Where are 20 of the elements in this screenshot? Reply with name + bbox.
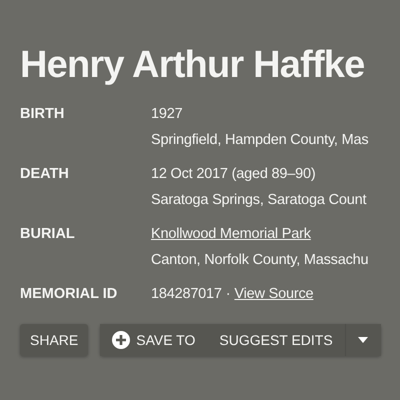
suggest-edits-button[interactable]: SUGGEST EDITS bbox=[207, 324, 345, 356]
place-link[interactable]: Knollwood Memorial Park bbox=[151, 222, 311, 246]
save-to-button[interactable]: SAVE TO bbox=[100, 324, 208, 356]
fact-label: MEMORIAL ID bbox=[20, 285, 118, 304]
fact-value: Saratoga Springs, Saratoga Count bbox=[151, 191, 366, 210]
fact-value: 12 Oct 2017 (aged 89–90) bbox=[151, 165, 316, 184]
fact-value: 1927 bbox=[151, 105, 182, 124]
fact-label: BIRTH bbox=[20, 105, 66, 124]
fact-value: Springfield, Hampden County, Mas bbox=[151, 131, 368, 150]
memorial-title: Henry Arthur Haffke bbox=[20, 43, 366, 88]
separator-dot: · bbox=[226, 285, 230, 304]
share-button[interactable]: SHARE bbox=[20, 324, 88, 356]
fact-label: BURIAL bbox=[20, 225, 76, 244]
plus-circle-icon bbox=[112, 331, 130, 349]
view-source-link[interactable]: View Source bbox=[234, 282, 314, 306]
caret-icon bbox=[358, 337, 368, 343]
dropdown-button[interactable] bbox=[344, 324, 381, 356]
fact-label: DEATH bbox=[20, 165, 70, 184]
fact-value: Canton, Norfolk County, Massachu bbox=[151, 251, 368, 270]
memorial-id: 184287017 bbox=[151, 285, 222, 304]
